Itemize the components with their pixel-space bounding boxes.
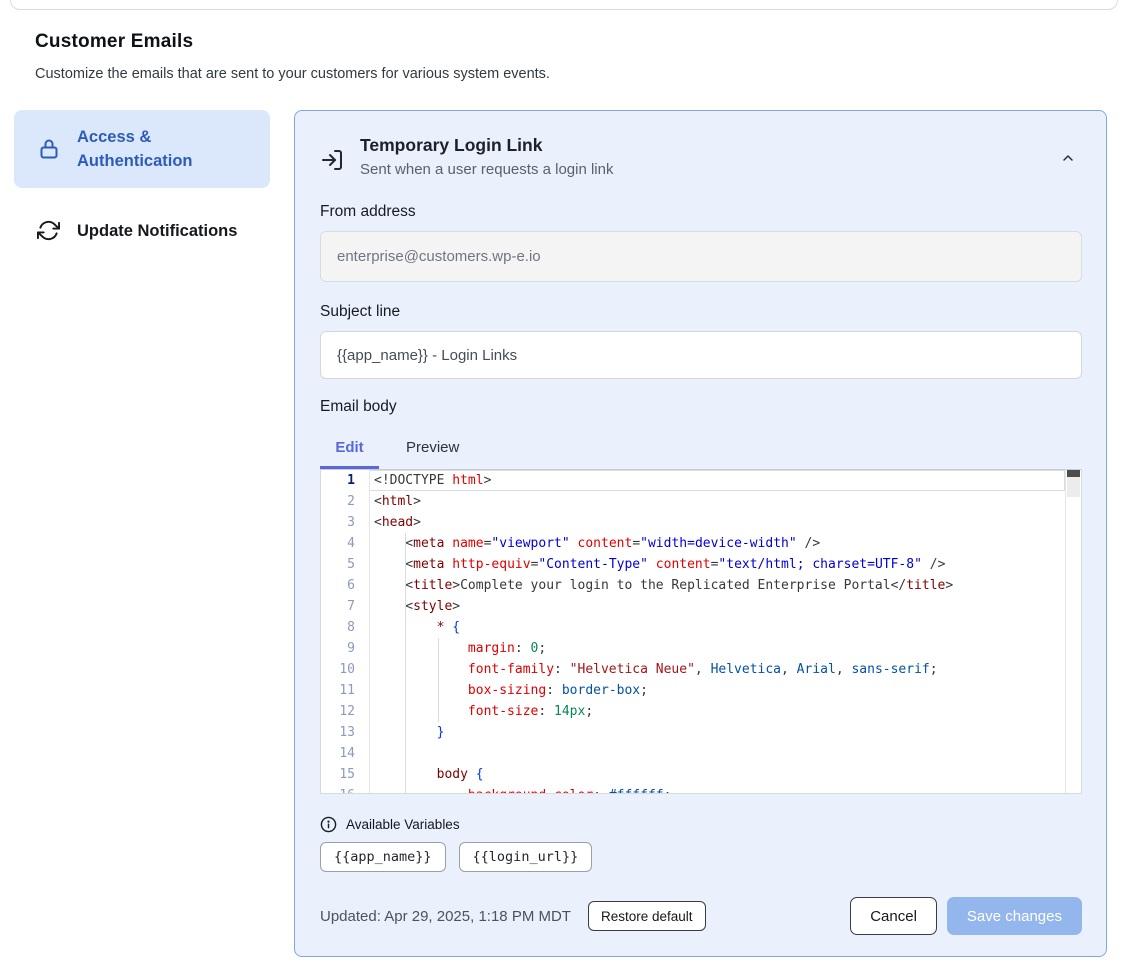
sidebar: Access & Authentication Update Notificat…: [14, 110, 270, 257]
line-number: 3: [321, 512, 355, 533]
code-editor-lines: 1<!DOCTYPE html>2<html>3<head>4 <meta na…: [321, 470, 1081, 794]
code-line[interactable]: 7 <style>: [321, 596, 1081, 617]
code-line[interactable]: 11 box-sizing: border-box;: [321, 680, 1081, 701]
line-number: 1: [321, 470, 355, 491]
lock-icon: [37, 137, 61, 161]
info-icon: [320, 816, 337, 833]
from-address-label: From address: [320, 203, 1082, 221]
login-icon: [320, 148, 344, 172]
code-line[interactable]: 15 body {: [321, 764, 1081, 785]
line-number: 14: [321, 743, 355, 764]
subject-line-input[interactable]: [320, 331, 1082, 379]
variable-chips: {{app_name}} {{login_url}}: [320, 842, 1082, 872]
line-number: 16: [321, 785, 355, 794]
subject-line-label: Subject line: [320, 303, 1082, 321]
previous-card-bottom-edge: [10, 0, 1118, 10]
temporary-login-link-panel: Temporary Login Link Sent when a user re…: [294, 110, 1107, 957]
page-header: Customer Emails Customize the emails tha…: [35, 31, 550, 82]
line-number: 15: [321, 764, 355, 785]
panel-subtitle: Sent when a user requests a login link: [360, 161, 613, 178]
sidebar-item-label: Access & Authentication: [77, 125, 250, 173]
tab-preview[interactable]: Preview: [404, 428, 461, 469]
code-line[interactable]: 16 background-color: #ffffff;: [321, 785, 1081, 794]
collapse-section-button[interactable]: [1054, 145, 1082, 173]
scrollbar-thumb[interactable]: [1067, 477, 1080, 497]
cancel-button[interactable]: Cancel: [850, 897, 937, 935]
code-line[interactable]: 5 <meta http-equiv="Content-Type" conten…: [321, 554, 1081, 575]
line-number: 7: [321, 596, 355, 617]
page-title: Customer Emails: [35, 31, 550, 53]
code-line[interactable]: 6 <title>Complete your login to the Repl…: [321, 575, 1081, 596]
restore-default-button[interactable]: Restore default: [588, 901, 706, 931]
updated-timestamp: Updated: Apr 29, 2025, 1:18 PM MDT: [320, 908, 571, 925]
code-line[interactable]: 9 margin: 0;: [321, 638, 1081, 659]
code-line[interactable]: 13 }: [321, 722, 1081, 743]
code-line[interactable]: 1<!DOCTYPE html>: [321, 470, 1081, 491]
line-number: 8: [321, 617, 355, 638]
sidebar-item-label: Update Notifications: [77, 219, 237, 243]
line-number: 6: [321, 575, 355, 596]
scrollbar-cursor-marker: [1067, 470, 1080, 477]
code-line[interactable]: 2<html>: [321, 491, 1081, 512]
line-number: 13: [321, 722, 355, 743]
code-line[interactable]: 14: [321, 743, 1081, 764]
line-number: 9: [321, 638, 355, 659]
line-number: 2: [321, 491, 355, 512]
sidebar-item-update-notifications[interactable]: Update Notifications: [14, 205, 270, 257]
code-line[interactable]: 10 font-family: "Helvetica Neue", Helvet…: [321, 659, 1081, 680]
panel-header-text: Temporary Login Link Sent when a user re…: [360, 135, 613, 178]
panel-header: Temporary Login Link Sent when a user re…: [320, 135, 1082, 178]
code-line[interactable]: 4 <meta name="viewport" content="width=d…: [321, 533, 1081, 554]
email-body-label: Email body: [320, 398, 1082, 416]
indent-guide: [438, 638, 439, 722]
code-line[interactable]: 12 font-size: 14px;: [321, 701, 1081, 722]
line-number: 11: [321, 680, 355, 701]
line-number: 5: [321, 554, 355, 575]
tab-edit[interactable]: Edit: [320, 428, 379, 469]
code-line[interactable]: 3<head>: [321, 512, 1081, 533]
code-line[interactable]: 8 * {: [321, 617, 1081, 638]
sidebar-item-access-authentication[interactable]: Access & Authentication: [14, 110, 270, 188]
refresh-icon: [37, 219, 61, 243]
variable-chip[interactable]: {{login_url}}: [459, 842, 593, 872]
line-number: 4: [321, 533, 355, 554]
from-address-input[interactable]: [320, 231, 1082, 282]
page-subtitle: Customize the emails that are sent to yo…: [35, 66, 550, 82]
chevron-up-icon: [1060, 150, 1076, 169]
line-number: 10: [321, 659, 355, 680]
code-editor[interactable]: 1<!DOCTYPE html>2<html>3<head>4 <meta na…: [320, 469, 1082, 794]
editor-scrollbar[interactable]: [1065, 470, 1081, 793]
panel-title: Temporary Login Link: [360, 135, 613, 156]
gutter-separator: [369, 470, 370, 793]
line-number: 12: [321, 701, 355, 722]
save-changes-button[interactable]: Save changes: [947, 897, 1082, 935]
panel-footer: Updated: Apr 29, 2025, 1:18 PM MDT Resto…: [320, 897, 1082, 935]
available-variables-label: Available Variables: [346, 817, 460, 832]
variable-chip[interactable]: {{app_name}}: [320, 842, 446, 872]
available-variables-row: Available Variables: [320, 816, 1082, 833]
email-body-tabs: Edit Preview: [320, 428, 1082, 469]
indent-guide: [405, 533, 406, 794]
